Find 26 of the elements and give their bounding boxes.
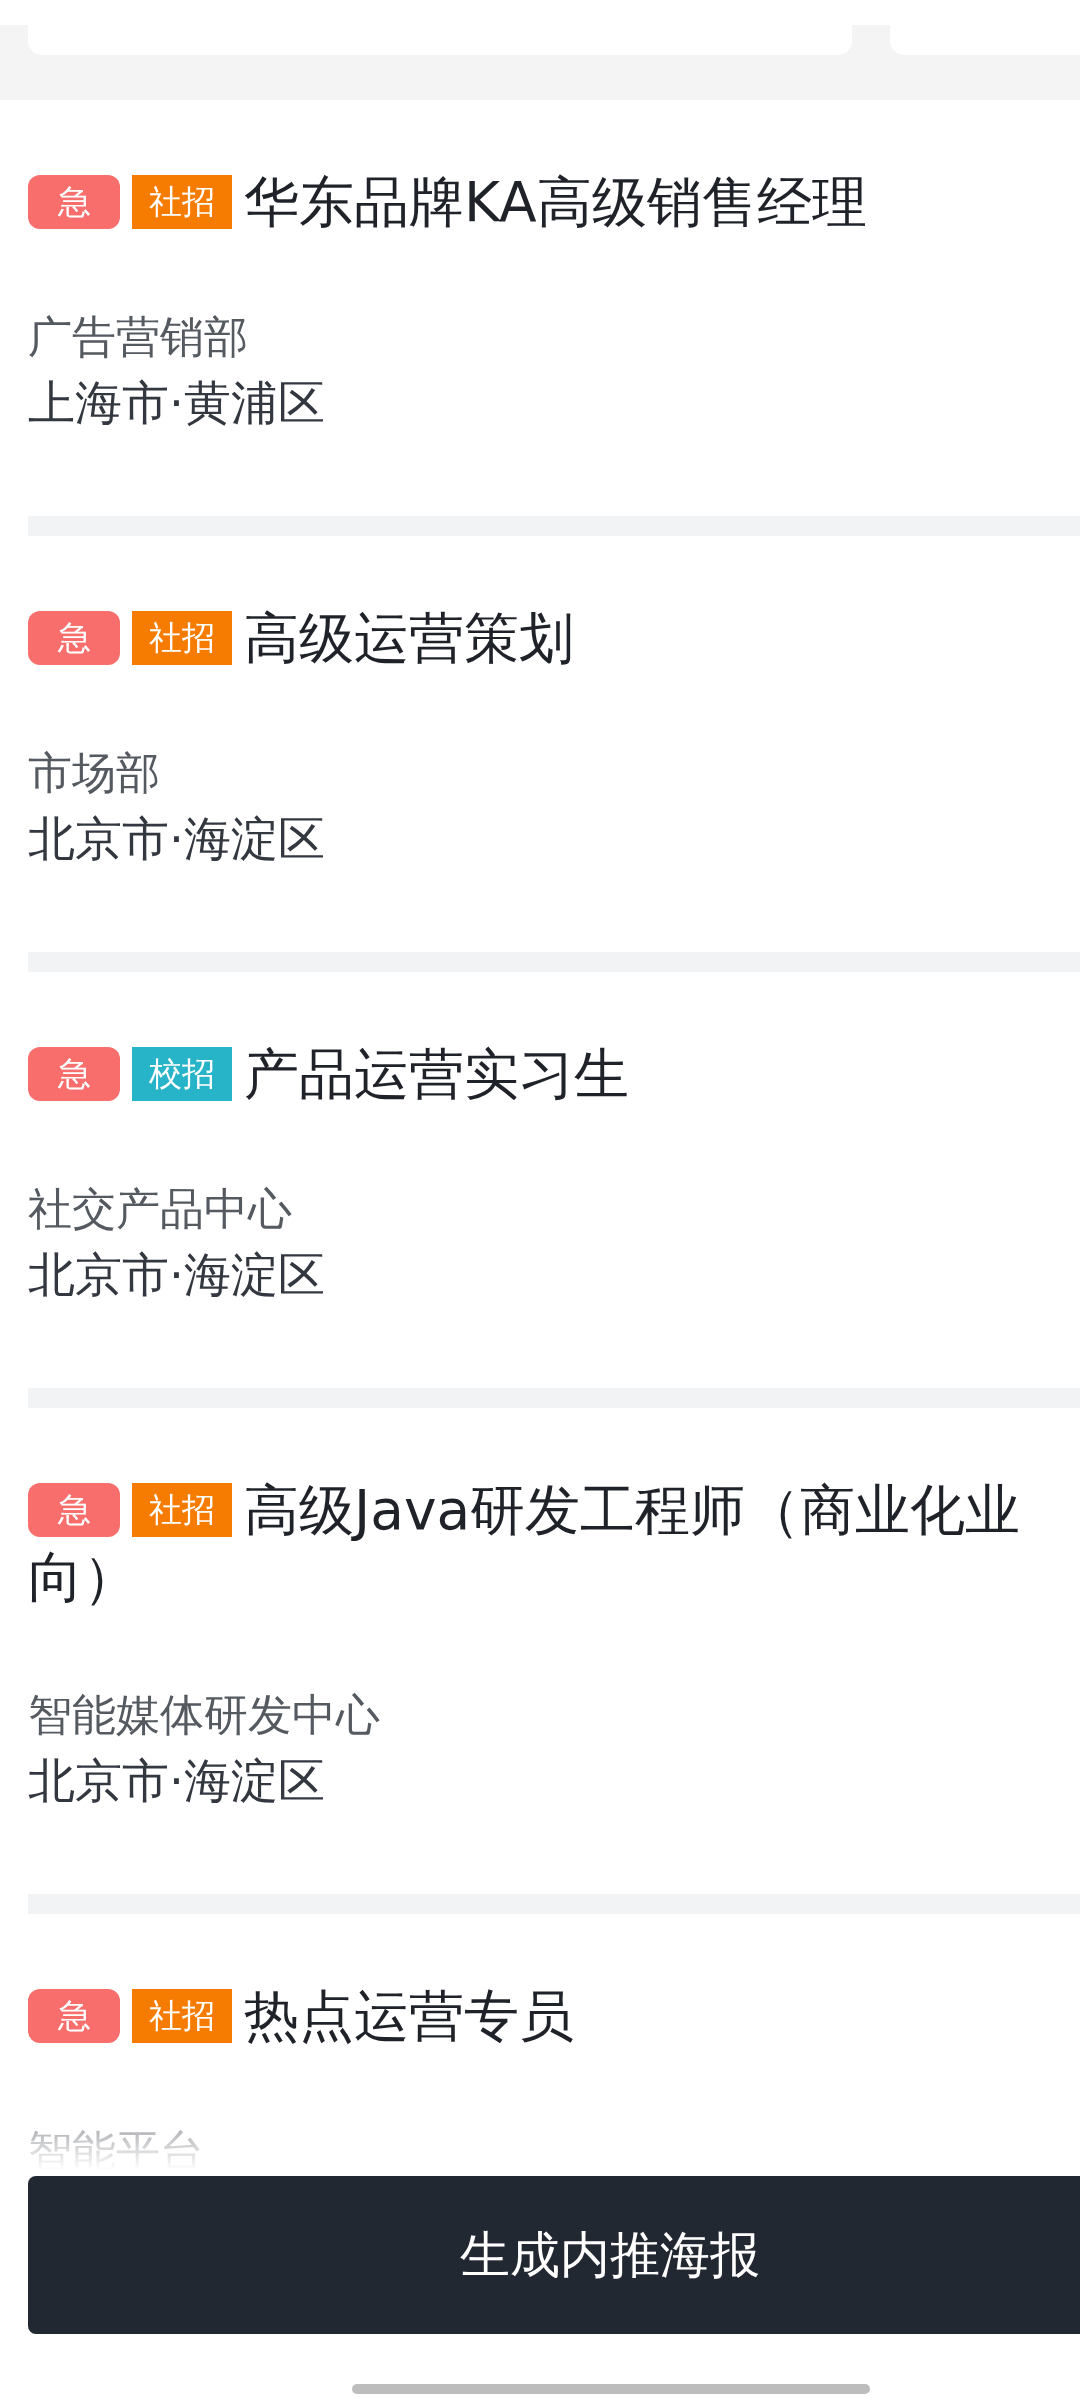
location-text: 北京市·海淀区 xyxy=(28,1752,326,1810)
urgent-tag: 急 xyxy=(28,611,120,665)
job-title[interactable]: 向） xyxy=(28,1542,1080,1612)
job-title[interactable]: 华东品牌KA高级销售经理 xyxy=(244,170,867,234)
department-text: 社交产品中心 xyxy=(28,1182,293,1236)
generate-poster-button[interactable]: 生成内推海报 xyxy=(28,2176,1080,2334)
location-text: 上海市·黄浦区 xyxy=(28,374,326,432)
urgent-tag: 急 xyxy=(28,175,120,229)
job-title[interactable]: 高级Java研发工程师（商业化业 xyxy=(244,1478,1021,1542)
recruit-type-tag: 社招 xyxy=(132,1989,232,2043)
recruit-type-tag: 社招 xyxy=(132,175,232,229)
location-text: 北京市·海淀区 xyxy=(28,810,326,868)
job-title[interactable]: 产品运营实习生 xyxy=(244,1042,629,1106)
recruit-type-tag: 校招 xyxy=(132,1047,232,1101)
home-indicator[interactable] xyxy=(352,2384,870,2394)
department-text: 智能媒体研发中心 xyxy=(28,1688,381,1742)
urgent-tag: 急 xyxy=(28,1047,120,1101)
job-title[interactable]: 高级运营策划 xyxy=(244,606,574,670)
recruit-type-tag: 社招 xyxy=(132,1483,232,1537)
job-title[interactable]: 热点运营专员 xyxy=(244,1984,574,2048)
recruit-type-tag: 社招 xyxy=(132,611,232,665)
location-text: 北京市·海淀区 xyxy=(28,1246,326,1304)
urgent-tag: 急 xyxy=(28,1989,120,2043)
department-text: 市场部 xyxy=(28,746,161,800)
urgent-tag: 急 xyxy=(28,1483,120,1537)
department-text: 广告营销部 xyxy=(28,310,249,364)
